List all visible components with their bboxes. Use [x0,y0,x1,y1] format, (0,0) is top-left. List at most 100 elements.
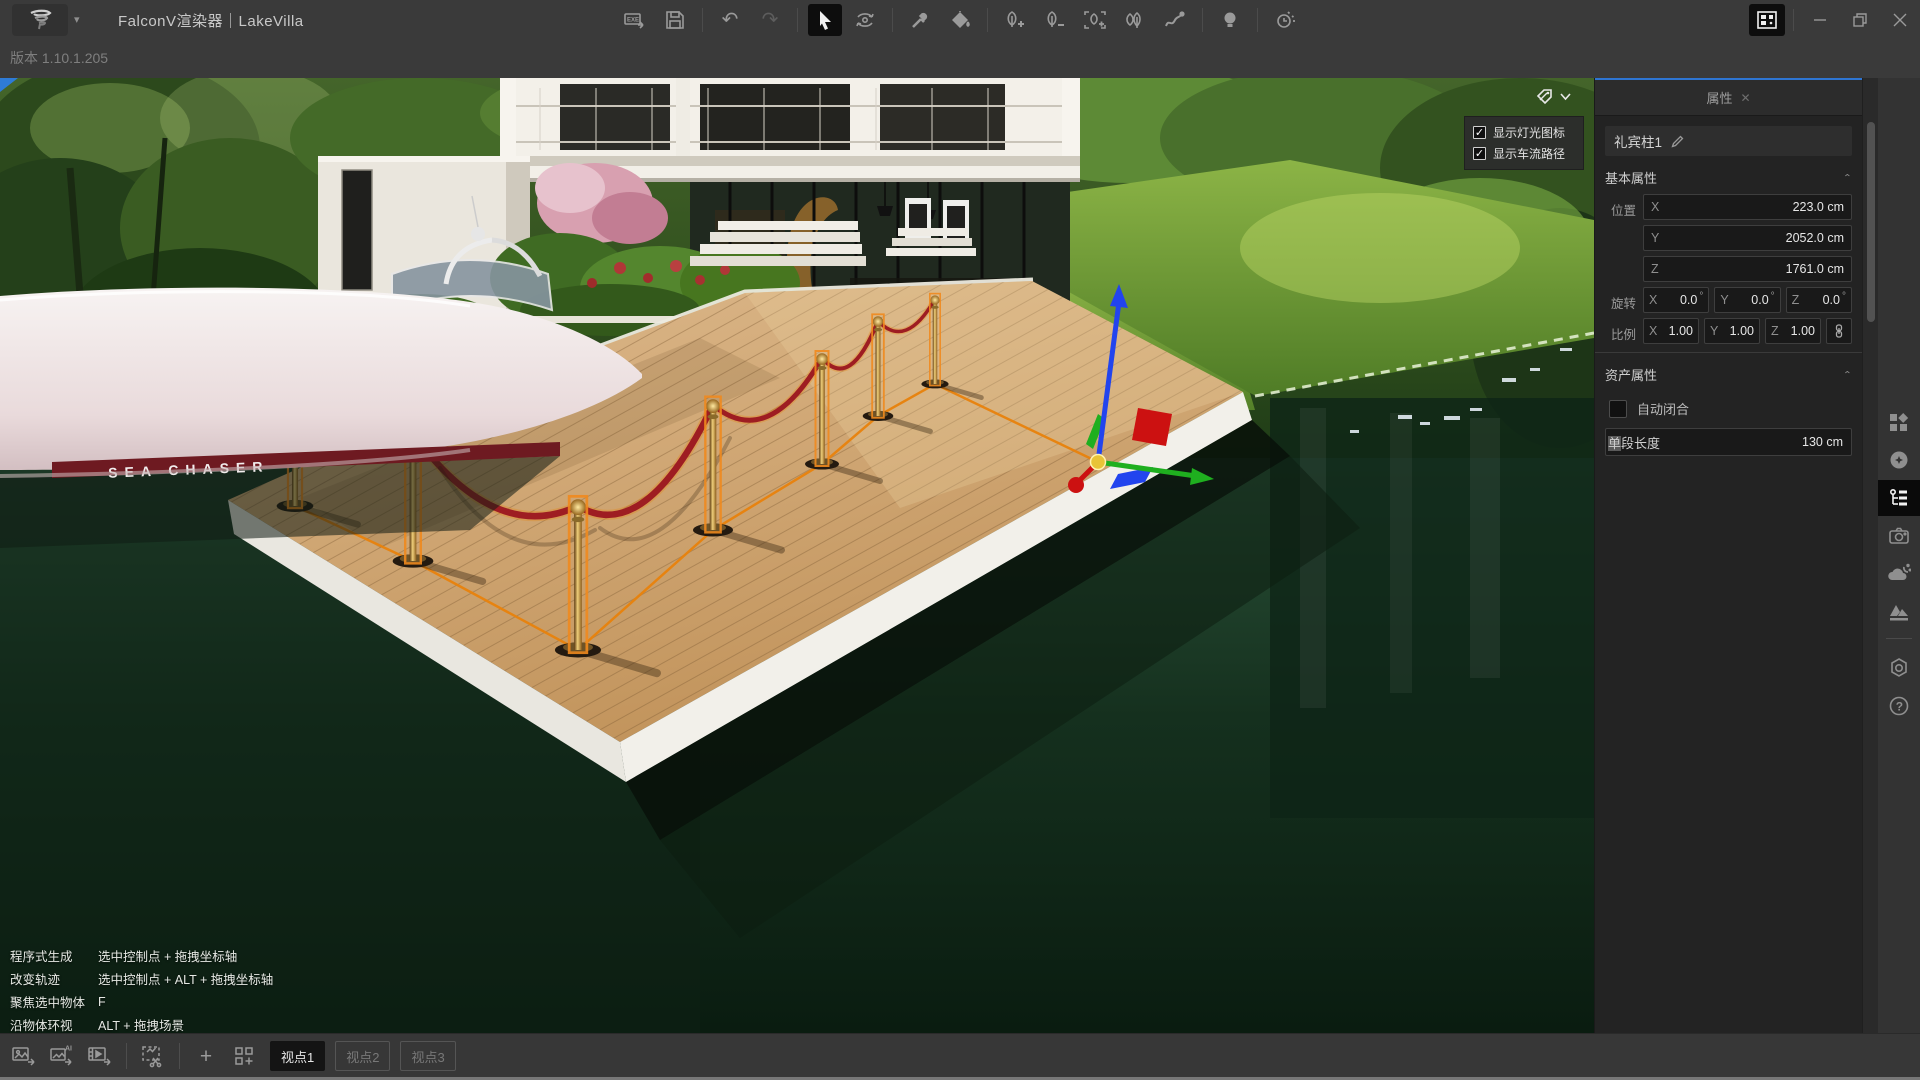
viewport-corner-marker [0,78,18,92]
rotation-x-input[interactable]: X0.0° [1643,287,1709,313]
toolbar-separator [1793,9,1794,31]
display-options-trigger[interactable] [1536,88,1571,106]
viewpoint-grid-button[interactable] [228,1040,260,1072]
undo-button[interactable]: ↶ [713,4,747,36]
section-divider [1595,352,1862,353]
scale-y-input[interactable]: Y1.00 [1704,318,1760,344]
basic-section-header[interactable]: 基本属性 ⌃ [1605,160,1852,194]
panel-scrollbar[interactable] [1862,78,1878,1033]
link-scale-icon[interactable] [1826,318,1852,344]
minimize-button[interactable] [1800,4,1840,36]
assets-library-button[interactable] [1878,404,1920,440]
add-viewpoint-button[interactable]: + [190,1040,222,1072]
properties-panel: 属性 ✕ 礼宾柱1 基本属性 ⌃ 位置 X223.0 cm Y2052.0 cm [1594,78,1862,1033]
settings-button[interactable] [1878,650,1920,686]
render-image-button[interactable] [8,1040,40,1072]
checkbox-unchecked-icon[interactable] [1609,400,1627,418]
scale-x-input[interactable]: X1.00 [1643,318,1699,344]
camera-button[interactable] [1878,518,1920,554]
show-traffic-path-row[interactable]: ✓ 显示车流路径 [1473,143,1575,164]
viewpoint-tab-2[interactable]: 视点2 [335,1041,390,1071]
paint-bucket-tool-button[interactable] [943,4,977,36]
rotation-z-input[interactable]: Z0.0° [1786,287,1852,313]
auto-close-row[interactable]: 自动闭合 [1609,399,1852,418]
gizmo-plane-red[interactable] [1132,408,1172,446]
layout-grid-button[interactable] [1749,4,1785,36]
scale-z-input[interactable]: Z1.00 [1765,318,1821,344]
main-toolbar: EXE ↶ ↷ [618,0,1302,40]
chevron-up-icon[interactable]: ⌃ [1843,369,1852,379]
tag-icon [1536,88,1554,106]
chevron-down-icon [1560,93,1571,101]
select-tool-button[interactable] [808,4,842,36]
asset-section-header[interactable]: 资产属性 ⌃ [1605,357,1852,391]
toolbar-separator [987,8,988,32]
position-z-input[interactable]: Z1761.0 cm [1643,256,1852,282]
weather-button[interactable] [1878,556,1920,592]
path-draw-tool-button[interactable] [1158,4,1192,36]
maximize-button[interactable] [1840,4,1880,36]
gizmo-control-point[interactable] [1068,477,1084,493]
chevron-up-icon[interactable]: ⌃ [1843,172,1852,182]
save-button[interactable] [658,4,692,36]
redo-button[interactable]: ↷ [753,4,787,36]
version-label: 版本 1.10.1.205 [10,48,108,68]
position-x-input[interactable]: X223.0 cm [1643,194,1852,220]
properties-tab-title: 属性 [1706,88,1732,107]
gizmo-center[interactable] [1091,455,1106,470]
tornado-logo-icon [27,8,53,32]
close-icon[interactable]: ✕ [1740,91,1750,105]
app-window: ▾ FalconV渲染器｜LakeVilla EXE ↶ ↷ [0,0,1920,1080]
toolbar-separator [892,8,893,32]
scrollbar-thumb[interactable] [1867,122,1875,322]
checkbox-checked-icon[interactable]: ✓ [1473,126,1486,139]
scale-label: 比例 [1605,318,1643,344]
properties-tab[interactable]: 属性 ✕ [1595,78,1862,116]
viewpoint-tab-3[interactable]: 视点3 [400,1041,455,1071]
viewport-3d[interactable]: SEA CHASER [0,78,1594,1033]
segment-length-input[interactable]: 单段长度 130 cm [1605,428,1852,456]
toolbar-separator [797,8,798,32]
app-menu-button[interactable] [12,4,68,36]
viewpoint-tab-1[interactable]: 视点1 [270,1041,325,1071]
close-button[interactable] [1880,4,1920,36]
time-of-day-tool-button[interactable] [1268,4,1302,36]
eyedropper-tool-button[interactable] [903,4,937,36]
render-ai-image-button[interactable]: AI [46,1040,78,1072]
edit-pencil-icon[interactable] [1671,134,1685,148]
ribbon-separator [1886,638,1912,639]
position-y-input[interactable]: Y2052.0 cm [1643,225,1852,251]
object-name: 礼宾柱1 [1614,131,1662,151]
toolbar-separator [179,1043,180,1069]
vegetation-batch-tool-button[interactable] [1118,4,1152,36]
svg-text:AI: AI [65,1046,72,1053]
chevron-down-icon[interactable]: ▾ [74,13,80,26]
material-sphere-button[interactable] [1878,442,1920,478]
shortcut-hints: 程序式生成选中控制点 + 拖拽坐标轴 改变轨迹选中控制点 + ALT + 拖拽坐… [10,944,273,1033]
toolbar-separator [1257,8,1258,32]
show-light-icons-row[interactable]: ✓ 显示灯光图标 [1473,122,1575,143]
svg-text:EXE: EXE [627,18,639,24]
rotation-y-input[interactable]: Y0.0° [1714,287,1780,313]
light-tool-button[interactable] [1213,4,1247,36]
toolbar-separator [1202,8,1203,32]
bottom-bar: AI + 视点1 视点2 视点3 [0,1033,1920,1080]
rotation-label: 旋转 [1605,287,1643,313]
transform-sync-tool-button[interactable] [848,4,882,36]
terrain-button[interactable] [1878,594,1920,630]
checkbox-checked-icon[interactable]: ✓ [1473,147,1486,160]
render-scene: SEA CHASER [0,78,1594,1033]
version-bar: 版本 1.10.1.205 [0,40,1920,78]
crop-capture-button[interactable] [137,1040,169,1072]
help-button[interactable]: ? [1878,688,1920,724]
export-executable-button[interactable]: EXE [618,4,652,36]
title-bar: ▾ FalconV渲染器｜LakeVilla EXE ↶ ↷ [0,0,1920,40]
vegetation-add-tool-button[interactable] [998,4,1032,36]
outliner-list-button[interactable] [1878,480,1920,516]
toolbar-separator [126,1043,127,1069]
vegetation-remove-tool-button[interactable] [1038,4,1072,36]
render-video-button[interactable] [84,1040,116,1072]
vegetation-brush-tool-button[interactable] [1078,4,1112,36]
right-ribbon: ? [1878,78,1920,1033]
object-name-row[interactable]: 礼宾柱1 [1605,126,1852,156]
